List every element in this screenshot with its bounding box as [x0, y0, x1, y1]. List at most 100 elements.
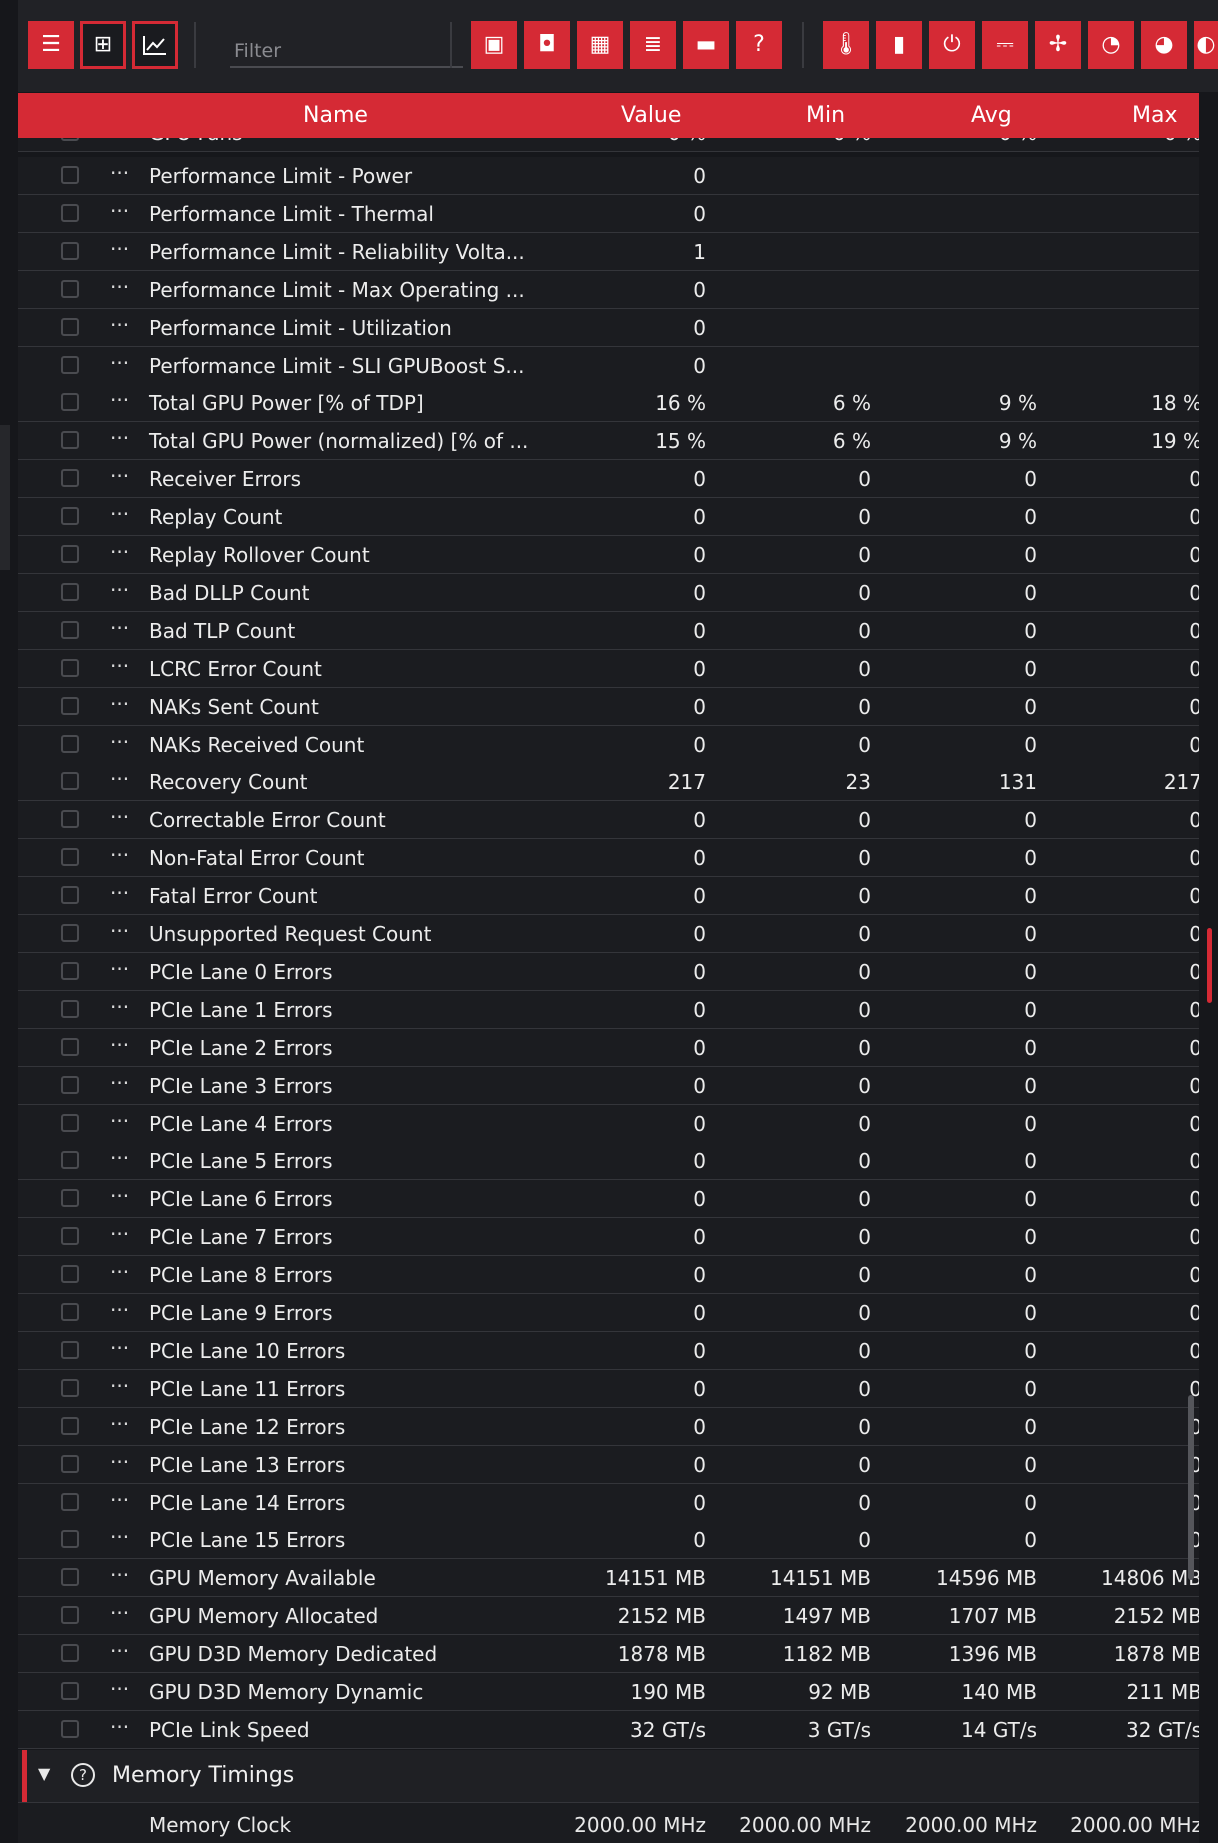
more-options-icon[interactable]: ···	[110, 843, 129, 867]
table-row[interactable]: ··· PCIe Lane 8 Errors 0 0 0 0	[18, 1256, 1199, 1295]
row-checkbox[interactable]	[61, 1454, 79, 1473]
table-row[interactable]: ··· PCIe Lane 4 Errors 0 0 0 0	[18, 1104, 1199, 1143]
table-row[interactable]: ··· PCIe Link Speed 32 GT/s 3 GT/s 14 GT/s 32…	[18, 1710, 1199, 1749]
group-header-memory-timings[interactable]: ▼ ? Memory Timings	[18, 1750, 1199, 1803]
table-row[interactable]: ··· PCIe Lane 15 Errors 0 0 0 0	[18, 1521, 1199, 1560]
row-checkbox[interactable]	[61, 1075, 79, 1094]
table-row[interactable]: ··· PCIe Lane 3 Errors 0 0 0 0	[18, 1066, 1199, 1105]
more-options-icon[interactable]: ···	[110, 1298, 129, 1322]
column-header-name[interactable]: Name	[303, 103, 368, 128]
row-checkbox[interactable]	[61, 1340, 79, 1359]
more-options-icon[interactable]: ···	[110, 1146, 129, 1170]
inner-scrollbar-thumb[interactable]	[1188, 1395, 1194, 1580]
more-options-icon[interactable]: ···	[110, 578, 129, 602]
table-row[interactable]: Memory Clock 2000.00 MHz 2000.00 MHz 200…	[18, 1803, 1199, 1843]
column-header-max[interactable]: Max	[1132, 103, 1177, 128]
row-checkbox[interactable]	[61, 166, 79, 184]
more-options-icon[interactable]: ···	[110, 654, 129, 678]
more-options-icon[interactable]: ···	[110, 1184, 129, 1208]
row-checkbox[interactable]	[61, 1568, 79, 1587]
row-checkbox[interactable]	[61, 1606, 79, 1625]
row-checkbox[interactable]	[61, 772, 79, 791]
column-header-avg[interactable]: Avg	[971, 103, 1012, 128]
chart-view-button[interactable]	[132, 21, 178, 69]
row-checkbox[interactable]	[61, 1492, 79, 1511]
row-checkbox[interactable]	[61, 1151, 79, 1170]
table-row[interactable]: ··· PCIe Lane 1 Errors 0 0 0 0	[18, 990, 1199, 1029]
more-options-icon[interactable]: ···	[110, 1222, 129, 1246]
table-row[interactable]: ··· PCIe Lane 9 Errors 0 0 0 0	[18, 1294, 1199, 1332]
more-options-icon[interactable]: ···	[110, 199, 129, 223]
table-row[interactable]: ··· PCIe Lane 2 Errors 0 0 0 0	[18, 1028, 1199, 1067]
more-options-icon[interactable]: ···	[110, 881, 129, 905]
cpu-filter-button[interactable]: ▣	[471, 21, 517, 69]
row-checkbox[interactable]	[61, 810, 79, 829]
row-checkbox[interactable]	[61, 1303, 79, 1321]
row-checkbox[interactable]	[61, 734, 79, 753]
table-row[interactable]: ··· GPU Memory Available 14151 MB 14151 MB 1…	[18, 1559, 1199, 1598]
more-options-icon[interactable]: ···	[110, 1601, 129, 1625]
scrollbar-thumb[interactable]	[1207, 928, 1212, 1003]
more-options-icon[interactable]: ···	[110, 351, 129, 375]
table-row[interactable]: ··· Bad TLP Count 0 0 0 0	[18, 611, 1199, 650]
table-row[interactable]: ··· PCIe Lane 14 Errors 0 0 0 0	[18, 1483, 1199, 1522]
table-row[interactable]: ··· GPU Memory Allocated 2152 MB 1497 MB 170…	[18, 1597, 1199, 1636]
more-options-icon[interactable]: ···	[110, 502, 129, 526]
more-options-icon[interactable]: ···	[110, 1450, 129, 1474]
row-checkbox[interactable]	[61, 886, 79, 905]
column-header-min[interactable]: Min	[806, 103, 845, 128]
more-options-icon[interactable]: ···	[110, 1525, 129, 1549]
table-row[interactable]: ··· GPU D3D Memory Dedicated 1878 MB 1182 M…	[18, 1635, 1199, 1674]
power-filter-button[interactable]: ⏻	[929, 21, 975, 69]
more-options-icon[interactable]: ···	[110, 540, 129, 564]
more-options-icon[interactable]: ···	[110, 1488, 129, 1512]
row-checkbox[interactable]	[61, 1113, 79, 1132]
more-options-icon[interactable]: ···	[110, 464, 129, 488]
row-checkbox[interactable]	[61, 138, 79, 141]
row-checkbox[interactable]	[61, 469, 79, 488]
row-checkbox[interactable]	[61, 545, 79, 563]
table-row[interactable]: ··· GPU D3D Memory Dynamic 190 MB 92 MB 140 …	[18, 1673, 1199, 1711]
row-checkbox[interactable]	[61, 1530, 79, 1549]
table-row[interactable]: ··· Replay Count 0 0 0 0	[18, 498, 1199, 537]
row-checkbox[interactable]	[61, 279, 79, 298]
more-options-icon[interactable]: ···	[110, 957, 129, 981]
table-row[interactable]: ··· PCIe Lane 11 Errors 0 0 0 0	[18, 1369, 1199, 1408]
table-row[interactable]: ··· Recovery Count 217 23 131 217	[18, 763, 1199, 802]
table-row[interactable]: ··· Performance Limit - Power 0	[18, 157, 1199, 195]
row-checkbox[interactable]	[61, 1644, 79, 1663]
table-row[interactable]: ··· Performance Limit - Thermal 0	[18, 194, 1199, 233]
row-checkbox[interactable]	[61, 355, 79, 374]
more-options-icon[interactable]: ···	[110, 767, 129, 791]
more-options-icon[interactable]: ···	[110, 388, 129, 412]
more-options-icon[interactable]: ···	[110, 616, 129, 640]
more-options-icon[interactable]: ···	[110, 1033, 129, 1057]
row-checkbox[interactable]	[61, 582, 79, 601]
table-row[interactable]: ··· Bad DLLP Count 0 0 0 0	[18, 573, 1199, 612]
row-checkbox[interactable]	[61, 961, 79, 980]
more-options-icon[interactable]: ···	[110, 1071, 129, 1095]
row-checkbox[interactable]	[61, 507, 79, 526]
more-options-icon[interactable]: ···	[110, 237, 129, 261]
memory-filter-button[interactable]: ▬	[683, 21, 729, 69]
filter-input[interactable]	[230, 36, 463, 68]
table-row[interactable]: ··· PCIe Lane 10 Errors 0 0 0 0	[18, 1331, 1199, 1370]
table-row[interactable]: ··· PCIe Lane 7 Errors 0 0 0 0	[18, 1218, 1199, 1257]
table-row[interactable]: ··· Fatal Error Count 0 0 0 0	[18, 877, 1199, 916]
more-options-icon[interactable]: ···	[110, 275, 129, 299]
row-checkbox[interactable]	[61, 1189, 79, 1208]
more-options-icon[interactable]: ···	[110, 995, 129, 1019]
row-checkbox[interactable]	[61, 848, 79, 867]
row-checkbox[interactable]	[61, 1682, 79, 1700]
more-options-icon[interactable]: ···	[110, 426, 129, 450]
more-filter-button[interactable]: ◐	[1194, 21, 1218, 69]
row-checkbox[interactable]	[61, 431, 79, 450]
voltage-filter-button[interactable]: ⎓	[982, 21, 1028, 69]
more-options-icon[interactable]: ···	[110, 1639, 129, 1663]
more-options-icon[interactable]: ···	[110, 730, 129, 754]
row-checkbox[interactable]	[61, 620, 79, 639]
row-checkbox[interactable]	[61, 1265, 79, 1284]
chevron-down-icon[interactable]: ▼	[38, 1764, 50, 1783]
table-row[interactable]: ··· Total GPU Power (normalized) [% of ..…	[18, 422, 1199, 461]
battery-filter-button[interactable]: ▮	[876, 21, 922, 69]
